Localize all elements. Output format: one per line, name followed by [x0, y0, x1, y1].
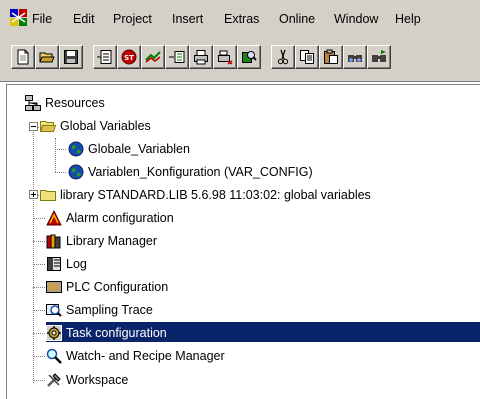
menu-edit[interactable]: Edit [73, 11, 95, 27]
login-icon [145, 51, 161, 63]
copy-icon [300, 50, 314, 64]
svg-text:ST: ST [124, 54, 134, 62]
variable-icon [169, 51, 185, 63]
find-next-icon [372, 50, 386, 62]
tree-label: Task configuration [66, 326, 167, 340]
search-button[interactable] [237, 45, 261, 69]
open-folder-icon [39, 52, 55, 63]
login-button[interactable] [141, 45, 165, 69]
collapse-toggle[interactable] [29, 122, 38, 131]
print-setup-icon [218, 50, 233, 65]
tree-label: PLC Configuration [66, 280, 169, 294]
find-icon [348, 55, 362, 62]
alarm-icon [46, 210, 62, 226]
cut-button[interactable] [271, 45, 295, 69]
insert-icon [97, 50, 112, 64]
resources-icon [25, 95, 41, 111]
sampling-trace-icon [46, 302, 62, 318]
tree-connector [33, 380, 45, 381]
tree-connector [33, 123, 34, 383]
paste-button[interactable] [319, 45, 343, 69]
new-file-button[interactable] [11, 45, 35, 69]
stop-button[interactable]: ST [117, 45, 141, 69]
insert-button[interactable] [93, 45, 117, 69]
find-button[interactable] [343, 45, 367, 69]
tree-connector [33, 287, 45, 288]
save-icon [64, 50, 78, 64]
variable-button[interactable] [165, 45, 189, 69]
tree-label: Library Manager [66, 234, 158, 248]
menu-extras[interactable]: Extras [224, 11, 259, 27]
menu-bar: File Edit Project Insert Extras Online W… [0, 0, 480, 40]
cut-icon [277, 49, 289, 65]
app-logo-icon[interactable] [10, 9, 27, 26]
toolbar: ST [0, 40, 480, 82]
print-setup-button[interactable] [213, 45, 237, 69]
menu-help[interactable]: Help [395, 11, 421, 27]
tree-connector [33, 356, 45, 357]
tree-label: Watch- and Recipe Manager [66, 349, 225, 363]
search-icon [242, 51, 257, 63]
tree-connector [33, 264, 45, 265]
tree-connector [33, 333, 45, 334]
copy-button[interactable] [295, 45, 319, 69]
tree-label: Globale_Variablen [88, 142, 190, 156]
globe-icon [68, 164, 84, 180]
tree-connector [55, 149, 66, 150]
tree-label: Log [66, 257, 87, 271]
open-button[interactable] [35, 45, 59, 69]
save-button[interactable] [59, 45, 83, 69]
menu-project[interactable]: Project [113, 11, 152, 27]
magnifier-icon [46, 348, 62, 364]
tree-label: Sampling Trace [66, 303, 153, 317]
tree-label: Global Variables [60, 119, 151, 133]
expand-toggle[interactable] [29, 190, 38, 199]
globe-icon [68, 141, 84, 157]
workspace-tools-icon [46, 372, 62, 388]
tree-label: Alarm configuration [66, 211, 174, 225]
tree-connector [33, 241, 45, 242]
log-icon [46, 256, 62, 272]
tree-connector [33, 310, 45, 311]
print-button[interactable] [189, 45, 213, 69]
folder-icon [40, 187, 56, 203]
menu-file[interactable]: File [32, 11, 52, 27]
plc-icon [46, 279, 62, 295]
stop-icon: ST [121, 49, 137, 65]
tree-label: Resources [45, 96, 105, 110]
paste-icon [324, 49, 338, 64]
tree-connector [55, 172, 66, 173]
tree-label: library STANDARD.LIB 5.6.98 11:03:02: gl… [60, 188, 371, 202]
tree-label: Variablen_Konfiguration (VAR_CONFIG) [88, 165, 313, 179]
task-configuration-icon [46, 325, 62, 341]
print-icon [194, 50, 208, 65]
tree-connector [33, 218, 45, 219]
menu-insert[interactable]: Insert [172, 11, 203, 27]
menu-online[interactable]: Online [279, 11, 315, 27]
find-next-button[interactable] [367, 45, 391, 69]
open-folder-icon [40, 118, 56, 134]
tree-label: Workspace [66, 373, 129, 387]
menu-window[interactable]: Window [334, 11, 378, 27]
new-file-icon [17, 49, 29, 65]
tree-connector [55, 138, 56, 172]
books-icon [46, 233, 62, 249]
